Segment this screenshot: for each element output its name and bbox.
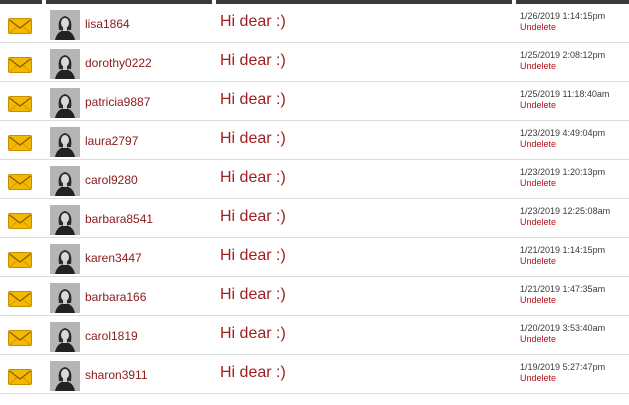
message-date: 1/20/2019 3:53:40am	[520, 323, 606, 333]
message-row[interactable]: karen3447 Hi dear :) 1/21/2019 1:14:15pm Un…	[0, 238, 629, 277]
sender-username-link[interactable]: carol1819	[85, 329, 138, 343]
message-subject[interactable]: Hi dear :)	[220, 130, 286, 148]
sender-username-link[interactable]: carol9280	[85, 173, 138, 187]
message-row[interactable]: barbara166 Hi dear :) 1/21/2019 1:47:35am U…	[0, 277, 629, 316]
undelete-link[interactable]: Undelete	[520, 139, 556, 149]
avatar[interactable]	[50, 10, 80, 40]
undelete-link[interactable]: Undelete	[520, 295, 556, 305]
message-subject[interactable]: Hi dear :)	[220, 208, 286, 226]
message-subject[interactable]: Hi dear :)	[220, 169, 286, 187]
avatar[interactable]	[50, 361, 80, 391]
message-subject[interactable]: Hi dear :)	[220, 52, 286, 70]
undelete-link[interactable]: Undelete	[520, 334, 556, 344]
sender-username-link[interactable]: patricia9887	[85, 95, 150, 109]
avatar[interactable]	[50, 88, 80, 118]
message-subject[interactable]: Hi dear :)	[220, 286, 286, 304]
undelete-link[interactable]: Undelete	[520, 256, 556, 266]
envelope-icon[interactable]	[8, 213, 32, 229]
avatar[interactable]	[50, 283, 80, 313]
envelope-icon[interactable]	[8, 174, 32, 190]
avatar[interactable]	[50, 49, 80, 79]
sender-username-link[interactable]: laura2797	[85, 134, 138, 148]
undelete-link[interactable]: Undelete	[520, 100, 556, 110]
undelete-link[interactable]: Undelete	[520, 178, 556, 188]
message-subject[interactable]: Hi dear :)	[220, 247, 286, 265]
sender-username-link[interactable]: barbara8541	[85, 212, 153, 226]
envelope-icon[interactable]	[8, 369, 32, 385]
undelete-link[interactable]: Undelete	[520, 61, 556, 71]
message-subject[interactable]: Hi dear :)	[220, 91, 286, 109]
envelope-icon[interactable]	[8, 291, 32, 307]
message-row[interactable]: barbara8541 Hi dear :) 1/23/2019 12:25:08a…	[0, 199, 629, 238]
envelope-icon[interactable]	[8, 96, 32, 112]
message-row[interactable]: dorothy0222 Hi dear :) 1/25/2019 2:08:12pm…	[0, 43, 629, 82]
sender-username-link[interactable]: lisa1864	[85, 17, 130, 31]
message-subject[interactable]: Hi dear :)	[220, 13, 286, 31]
avatar[interactable]	[50, 166, 80, 196]
message-date: 1/26/2019 1:14:15pm	[520, 11, 606, 21]
avatar[interactable]	[50, 244, 80, 274]
message-row[interactable]: laura2797 Hi dear :) 1/23/2019 4:49:04pm Un…	[0, 121, 629, 160]
message-date: 1/23/2019 1:20:13pm	[520, 167, 606, 177]
envelope-icon[interactable]	[8, 135, 32, 151]
message-date: 1/21/2019 1:14:15pm	[520, 245, 606, 255]
sender-username-link[interactable]: sharon3911	[85, 368, 148, 382]
undelete-link[interactable]: Undelete	[520, 22, 556, 32]
avatar[interactable]	[50, 205, 80, 235]
envelope-icon[interactable]	[8, 57, 32, 73]
message-date: 1/25/2019 11:18:40am	[520, 89, 610, 99]
message-date: 1/23/2019 4:49:04pm	[520, 128, 606, 138]
message-subject[interactable]: Hi dear :)	[220, 325, 286, 343]
message-row[interactable]: carol9280 Hi dear :) 1/23/2019 1:20:13pm Un…	[0, 160, 629, 199]
message-date: 1/21/2019 1:47:35am	[520, 284, 606, 294]
avatar[interactable]	[50, 127, 80, 157]
message-date: 1/19/2019 5:27:47pm	[520, 362, 606, 372]
message-row[interactable]: carol1819 Hi dear :) 1/20/2019 3:53:40am Un…	[0, 316, 629, 355]
envelope-icon[interactable]	[8, 18, 32, 34]
undelete-link[interactable]: Undelete	[520, 373, 556, 383]
sender-username-link[interactable]: dorothy0222	[85, 56, 152, 70]
message-row[interactable]: lisa1864 Hi dear :) 1/26/2019 1:14:15pm Und…	[0, 4, 629, 43]
message-date: 1/23/2019 12:25:08am	[520, 206, 611, 216]
envelope-icon[interactable]	[8, 330, 32, 346]
message-row[interactable]: sharon3911 Hi dear :) 1/19/2019 5:27:47pm U…	[0, 355, 629, 394]
sender-username-link[interactable]: barbara166	[85, 290, 146, 304]
message-date: 1/25/2019 2:08:12pm	[520, 50, 606, 60]
sender-username-link[interactable]: karen3447	[85, 251, 142, 265]
envelope-icon[interactable]	[8, 252, 32, 268]
undelete-link[interactable]: Undelete	[520, 217, 556, 227]
avatar[interactable]	[50, 322, 80, 352]
message-subject[interactable]: Hi dear :)	[220, 364, 286, 382]
message-row[interactable]: patricia9887 Hi dear :) 1/25/2019 11:18:40…	[0, 82, 629, 121]
